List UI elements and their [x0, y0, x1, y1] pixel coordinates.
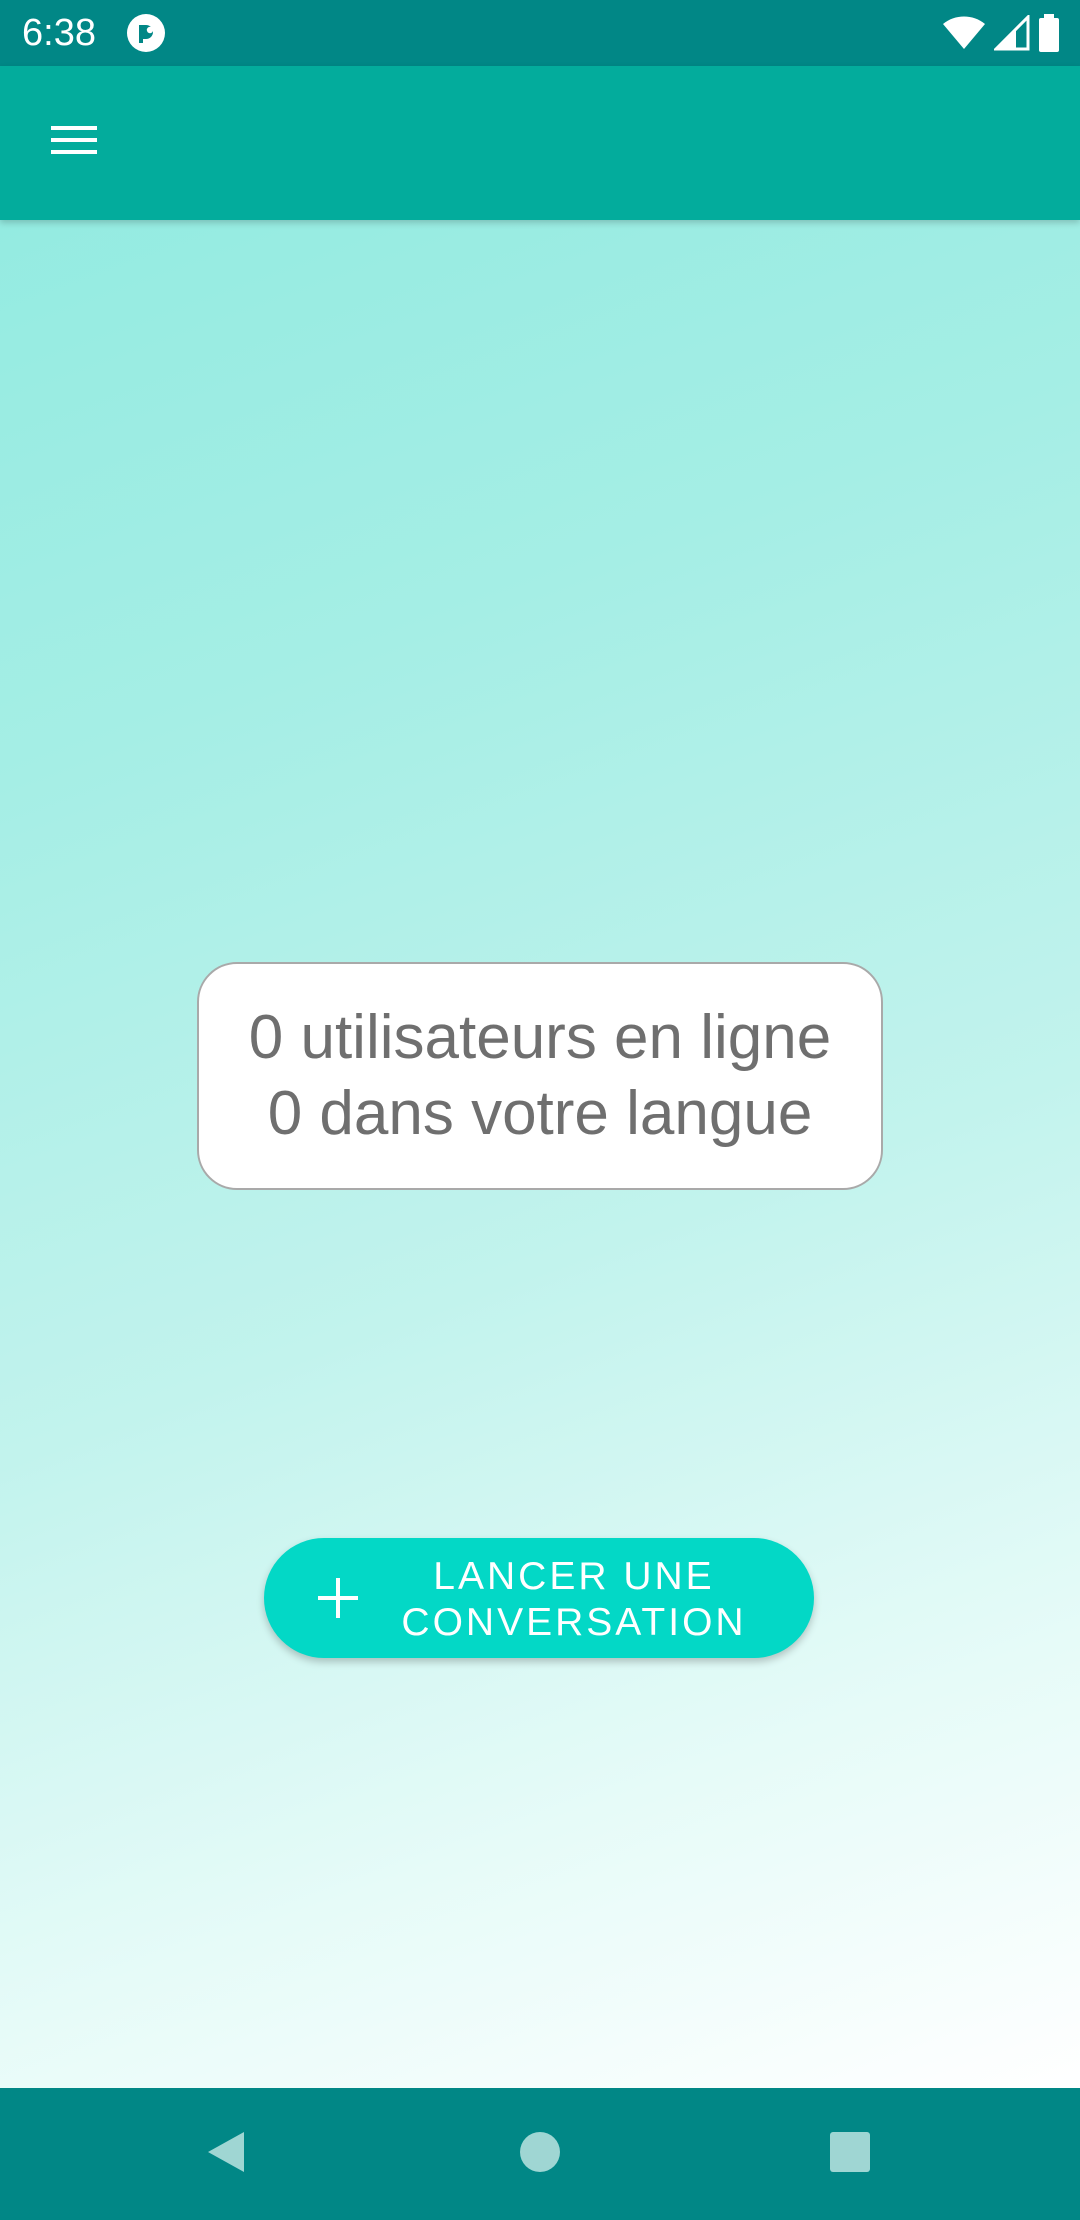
back-icon — [204, 2128, 248, 2181]
cell-signal-icon — [994, 15, 1030, 51]
menu-button[interactable] — [38, 106, 110, 178]
screen: 6:38 0 utilisateurs en ligne 0 dans votr… — [0, 0, 1080, 2220]
app-bar — [0, 66, 1080, 220]
battery-icon — [1038, 14, 1060, 52]
online-stats-card: 0 utilisateurs en ligne 0 dans votre lan… — [197, 962, 883, 1190]
main-content: 0 utilisateurs en ligne 0 dans votre lan… — [0, 220, 1080, 2088]
nav-home-button[interactable] — [510, 2124, 570, 2184]
menu-icon — [51, 124, 97, 161]
nav-recents-button[interactable] — [820, 2124, 880, 2184]
start-label-line-2: CONVERSATION — [401, 1601, 747, 1644]
app-notification-icon — [126, 13, 166, 53]
recents-icon — [829, 2131, 871, 2178]
nav-back-button[interactable] — [196, 2124, 256, 2184]
start-conversation-button[interactable]: LANCER UNE CONVERSATION — [264, 1538, 814, 1658]
home-icon — [519, 2131, 561, 2178]
online-users-count: 0 utilisateurs en ligne — [248, 1003, 832, 1072]
plus-icon — [316, 1576, 360, 1620]
status-bar: 6:38 — [0, 0, 1080, 66]
start-conversation-label: LANCER UNE CONVERSATION — [374, 1554, 774, 1646]
start-label-line-1: LANCER UNE — [433, 1555, 715, 1598]
same-language-count: 0 dans votre langue — [267, 1079, 813, 1148]
status-icons — [942, 13, 1060, 53]
navigation-bar — [0, 2088, 1080, 2220]
status-time: 6:38 — [22, 12, 96, 54]
wifi-icon — [942, 15, 986, 51]
